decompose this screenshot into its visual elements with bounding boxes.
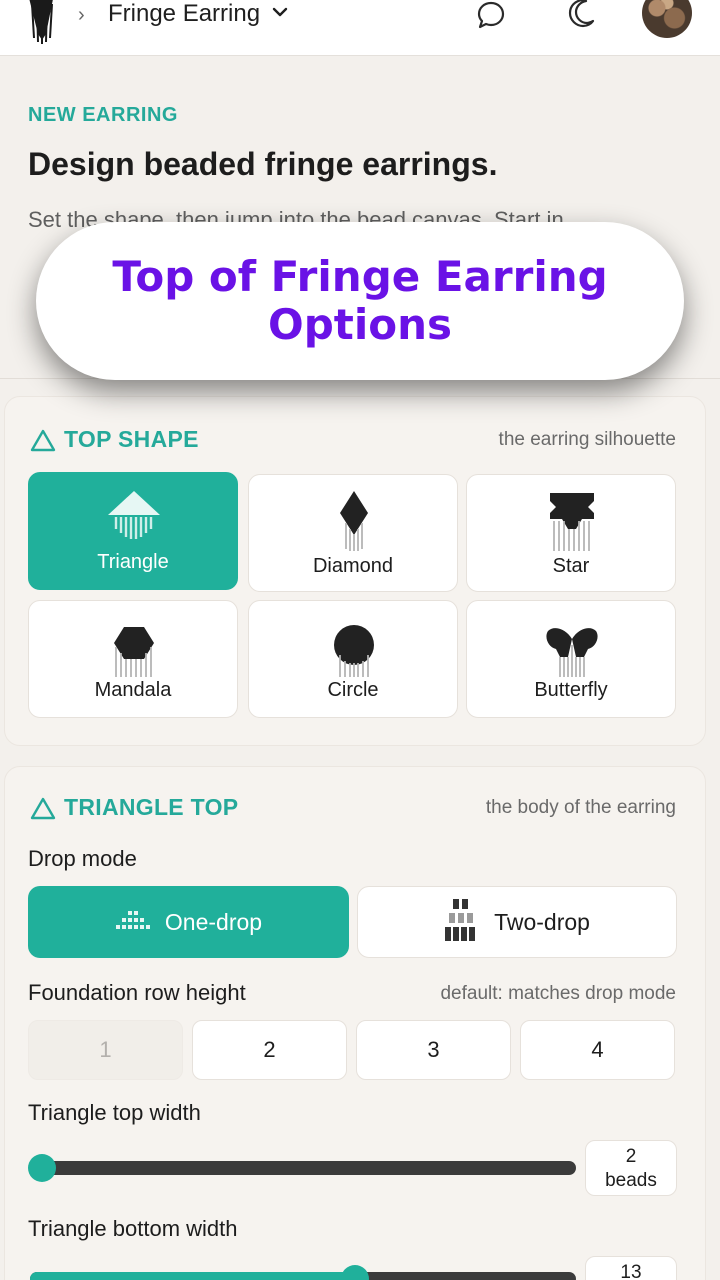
- shape-label: Star: [552, 555, 590, 577]
- shape-label: Triangle: [97, 551, 169, 573]
- top-width-label: Triangle top width: [28, 1100, 201, 1125]
- top-shape-title-text: TOP SHAPE: [64, 426, 199, 452]
- one-drop-button[interactable]: One-drop: [28, 886, 349, 958]
- bottom-width-label: Triangle bottom width: [28, 1216, 238, 1241]
- triangle-outline-icon: [30, 797, 56, 819]
- foundation-row-option-2[interactable]: 2: [192, 1020, 347, 1080]
- shape-label: Mandala: [94, 679, 172, 701]
- foundation-row-option-1[interactable]: 1: [28, 1020, 183, 1080]
- new-earring-eyebrow: NEW EARRING: [28, 104, 178, 126]
- chat-bubble-icon[interactable]: [476, 0, 506, 30]
- mandala-shape-icon: [114, 627, 154, 677]
- top-width-value[interactable]: 2 beads: [585, 1140, 677, 1196]
- shape-option-star[interactable]: Star: [466, 474, 676, 592]
- breadcrumb-title[interactable]: Fringe Earring: [108, 0, 260, 28]
- star-shape-icon: [550, 493, 594, 551]
- avatar[interactable]: [642, 0, 692, 38]
- foundation-row-option-4[interactable]: 4: [520, 1020, 675, 1080]
- shape-option-triangle[interactable]: Triangle: [28, 472, 238, 590]
- two-drop-label: Two-drop: [494, 908, 590, 935]
- drop-mode-label: Drop mode: [28, 846, 137, 871]
- foundation-row-option-3[interactable]: 3: [356, 1020, 511, 1080]
- two-drop-button[interactable]: Two-drop: [357, 886, 677, 958]
- foundation-row-hint: default: matches drop mode: [440, 983, 676, 1004]
- breadcrumb-separator: ›: [78, 4, 85, 26]
- top-width-value-number: 2: [625, 1146, 637, 1167]
- overlay-banner: Top of Fringe Earring Options: [36, 222, 684, 380]
- shape-label: Circle: [327, 679, 379, 701]
- triangle-outline-icon: [30, 429, 56, 451]
- bottom-width-value[interactable]: 13: [585, 1256, 677, 1280]
- bottom-width-value-number: 13: [620, 1262, 642, 1280]
- shape-label: Butterfly: [534, 679, 608, 701]
- overlay-banner-text: Top of Fringe Earring Options: [112, 252, 608, 349]
- top-width-slider-track[interactable]: [30, 1161, 576, 1175]
- top-width-value-unit: beads: [605, 1170, 657, 1191]
- butterfly-shape-icon: [546, 628, 598, 677]
- fringe-logo-icon[interactable]: [24, 0, 60, 46]
- moon-icon[interactable]: [566, 0, 596, 30]
- bottom-width-slider-fill: [30, 1272, 356, 1280]
- one-drop-icon: [115, 911, 150, 929]
- circle-shape-icon: [334, 625, 374, 677]
- shape-option-circle[interactable]: Circle: [248, 600, 458, 718]
- two-drop-icon: [445, 899, 476, 941]
- shape-label: Diamond: [312, 555, 394, 577]
- top-width-slider-thumb[interactable]: [28, 1154, 56, 1182]
- top-bar: › Fringe Earring: [0, 0, 720, 56]
- page-heading: Design beaded fringe earrings.: [28, 146, 498, 182]
- shape-option-butterfly[interactable]: Butterfly: [466, 600, 676, 718]
- triangle-top-title-text: TRIANGLE TOP: [64, 794, 239, 820]
- one-drop-label: One-drop: [164, 908, 263, 935]
- top-shape-title: TOP SHAPE: [30, 426, 199, 453]
- top-shape-subtitle: the earring silhouette: [498, 429, 676, 450]
- triangle-shape-icon: [108, 491, 160, 539]
- chevron-down-icon[interactable]: [272, 6, 288, 18]
- diamond-shape-icon: [340, 491, 368, 551]
- triangle-top-subtitle: the body of the earring: [485, 797, 676, 818]
- foundation-row-label: Foundation row height: [28, 980, 246, 1005]
- shape-option-mandala[interactable]: Mandala: [28, 600, 238, 718]
- triangle-top-title: TRIANGLE TOP: [30, 794, 238, 821]
- shape-option-diamond[interactable]: Diamond: [248, 474, 458, 592]
